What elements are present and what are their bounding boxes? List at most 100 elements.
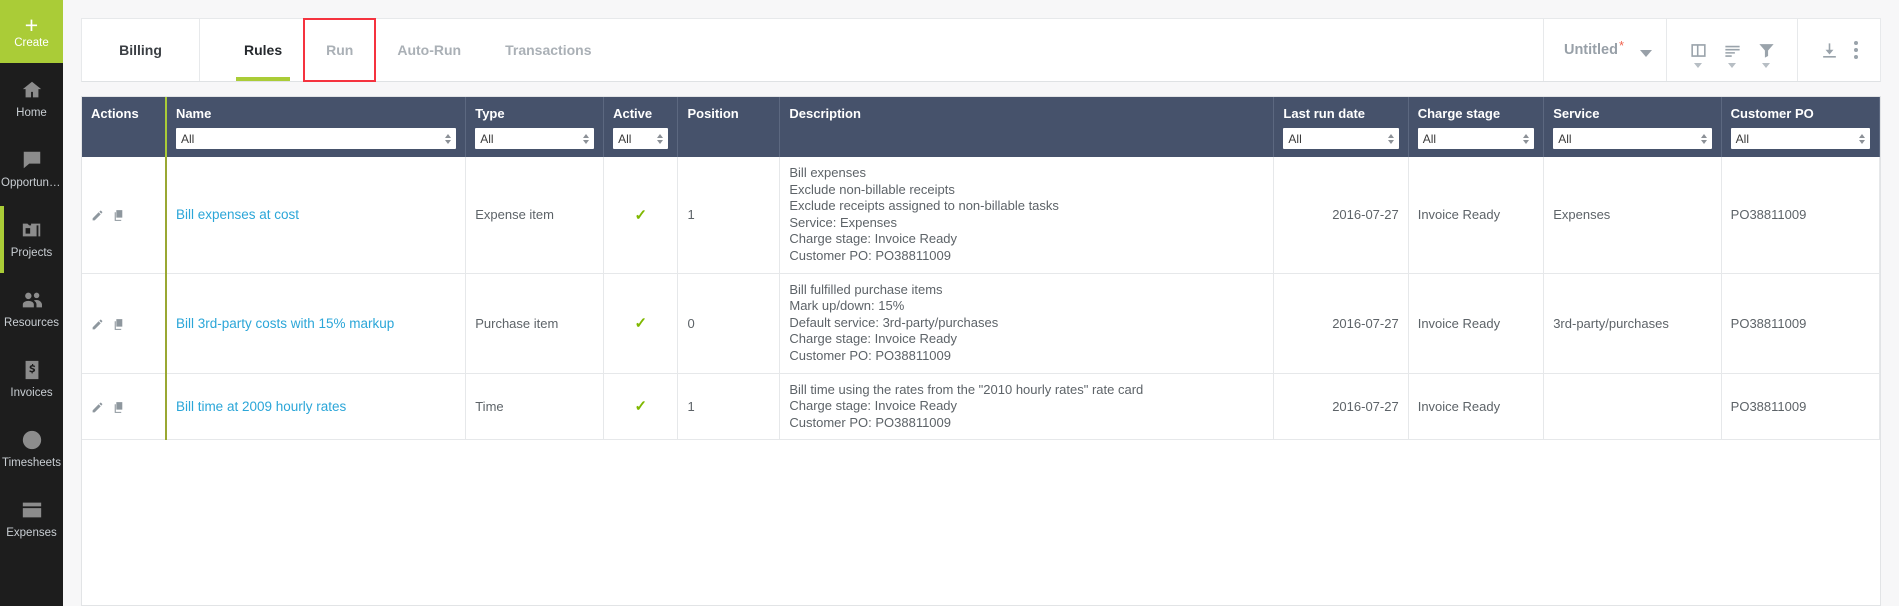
- copy-icon[interactable]: [112, 318, 125, 331]
- download-button[interactable]: [1812, 35, 1846, 65]
- tab-run[interactable]: Run: [303, 18, 377, 82]
- col-header-label: Last run date: [1283, 106, 1366, 121]
- filter-value: All: [1735, 131, 1750, 146]
- sidebar-item-expenses[interactable]: Expenses: [0, 486, 63, 553]
- chevron-down-icon: [1728, 63, 1736, 68]
- sidebar-item-label: Expenses: [6, 527, 57, 539]
- people-icon: [22, 292, 42, 308]
- description-line: Customer PO: PO38811009: [789, 414, 951, 430]
- group-sort-button[interactable]: [1715, 35, 1749, 68]
- filter-value: All: [1422, 131, 1437, 146]
- description-line: Bill fulfilled purchase items: [789, 281, 943, 297]
- module-title-billing[interactable]: Billing: [82, 19, 200, 81]
- sidebar-item-timesheets[interactable]: Timesheets: [0, 416, 63, 483]
- col-header-actions[interactable]: Actions: [82, 97, 167, 157]
- sidebar-item-label: Home: [16, 107, 47, 119]
- col-header-name[interactable]: Name All: [164, 97, 467, 157]
- col-header-label: Service: [1553, 106, 1600, 121]
- rule-name-link[interactable]: Bill 3rd-party costs with 15% markup: [176, 316, 394, 331]
- spinner-icon: [445, 133, 452, 144]
- description-line: Service: Expenses: [789, 214, 898, 230]
- edit-pencil-icon[interactable]: [91, 318, 104, 331]
- sidebar-item-home[interactable]: Home: [0, 66, 63, 133]
- filter-customer-po[interactable]: All: [1730, 128, 1870, 149]
- sidebar-item-opportunities[interactable]: Opportunit…: [0, 136, 63, 203]
- col-header-label: Description: [789, 106, 861, 121]
- edit-pencil-icon[interactable]: [91, 209, 104, 222]
- dot: [1854, 41, 1858, 45]
- col-header-last-run-date[interactable]: Last run date All: [1273, 97, 1409, 157]
- more-options-button[interactable]: [1846, 41, 1866, 59]
- rule-name-link[interactable]: Bill time at 2009 hourly rates: [176, 399, 346, 414]
- filter-button[interactable]: [1749, 35, 1783, 68]
- col-header-label: Position: [687, 106, 739, 121]
- tab-rules[interactable]: Rules: [222, 19, 304, 81]
- dot: [1854, 48, 1858, 52]
- tab-label: Auto-Run: [397, 42, 462, 58]
- tab-label: Run: [326, 42, 354, 58]
- cell-name: Bill 3rd-party costs with 15% markup: [164, 273, 467, 374]
- sidebar-item-invoices[interactable]: Invoices: [0, 346, 63, 413]
- cell-position: 1: [677, 157, 781, 274]
- chevron-down-icon[interactable]: [1640, 50, 1652, 57]
- col-header-service[interactable]: Service All: [1543, 97, 1722, 157]
- cell-description: Bill time using the rates from the "2010…: [779, 373, 1275, 441]
- dollar-card-icon: [25, 360, 38, 380]
- description-line: Bill time using the rates from the "2010…: [789, 381, 1144, 397]
- cell-type: Time: [465, 373, 605, 441]
- col-header-label: Actions: [91, 106, 139, 121]
- download-icon: [1822, 42, 1836, 58]
- header-row: Actions Name All Type All Active All Pos…: [82, 97, 1880, 157]
- sidebar-item-label: Invoices: [10, 387, 53, 399]
- sidebar-item-projects[interactable]: Projects: [0, 206, 63, 273]
- spinner-icon: [1700, 133, 1707, 144]
- tab-bar: Billing Rules Run Auto-Run Transactions …: [81, 18, 1881, 82]
- col-header-label: Charge stage: [1417, 106, 1501, 121]
- col-header-position[interactable]: Position: [677, 97, 781, 157]
- rules-table: Actions Name All Type All Active All Pos…: [82, 97, 1880, 441]
- view-name-selector[interactable]: Untitled *: [1558, 39, 1630, 59]
- tab-auto-run[interactable]: Auto-Run: [375, 19, 483, 81]
- table-row: Bill 3rd-party costs with 15% markup Purc…: [82, 273, 1880, 374]
- check-icon: ✓: [634, 398, 648, 416]
- cell-last-run-date: 2016-07-27: [1273, 157, 1409, 274]
- col-header-description[interactable]: Description: [779, 97, 1275, 157]
- col-header-charge-stage[interactable]: Charge stage All: [1408, 97, 1545, 157]
- rule-name-link[interactable]: Bill expenses at cost: [176, 207, 299, 222]
- tab-label: Rules: [244, 42, 283, 58]
- tab-label: Transactions: [505, 42, 592, 58]
- spinner-icon: [657, 133, 664, 144]
- description-line: Exclude receipts assigned to non-billabl…: [789, 198, 1059, 214]
- filter-active[interactable]: All: [613, 128, 669, 149]
- description-line: Exclude non-billable receipts: [789, 181, 955, 197]
- app-root: + Create Home Opportunit… Projects Resou…: [0, 0, 1899, 606]
- cell-service: [1543, 373, 1722, 441]
- edit-pencil-icon[interactable]: [91, 401, 104, 414]
- columns-button[interactable]: [1681, 35, 1715, 68]
- cell-last-run-date: 2016-07-27: [1273, 273, 1409, 374]
- filter-value: All: [1288, 131, 1302, 146]
- dot: [1854, 55, 1858, 59]
- sidebar-item-resources[interactable]: Resources: [0, 276, 63, 343]
- copy-icon[interactable]: [112, 209, 125, 222]
- filter-service[interactable]: All: [1553, 128, 1712, 149]
- col-header-active[interactable]: Active All: [603, 97, 679, 157]
- create-button[interactable]: + Create: [0, 0, 63, 63]
- sidebar-item-label: Resources: [4, 317, 59, 329]
- col-header-type[interactable]: Type All: [465, 97, 605, 157]
- filter-charge-stage[interactable]: All: [1417, 128, 1535, 149]
- cell-charge-stage: Invoice Ready: [1408, 373, 1545, 441]
- copy-icon[interactable]: [112, 401, 125, 414]
- row-actions-cell: [82, 273, 167, 374]
- filter-value: All: [618, 131, 632, 146]
- credit-card-icon: [22, 502, 41, 518]
- check-icon: ✓: [634, 206, 648, 224]
- spinner-icon: [1523, 133, 1530, 144]
- plus-icon: +: [24, 12, 39, 38]
- filter-last-run-date[interactable]: All: [1283, 128, 1399, 149]
- filter-name[interactable]: All: [175, 128, 457, 149]
- filter-type[interactable]: All: [475, 128, 595, 149]
- col-header-customer-po[interactable]: Customer PO All: [1721, 97, 1880, 157]
- tab-transactions[interactable]: Transactions: [483, 19, 613, 81]
- table-body: Bill expenses at cost Expense item ✓ 1 Bill …: [82, 157, 1880, 441]
